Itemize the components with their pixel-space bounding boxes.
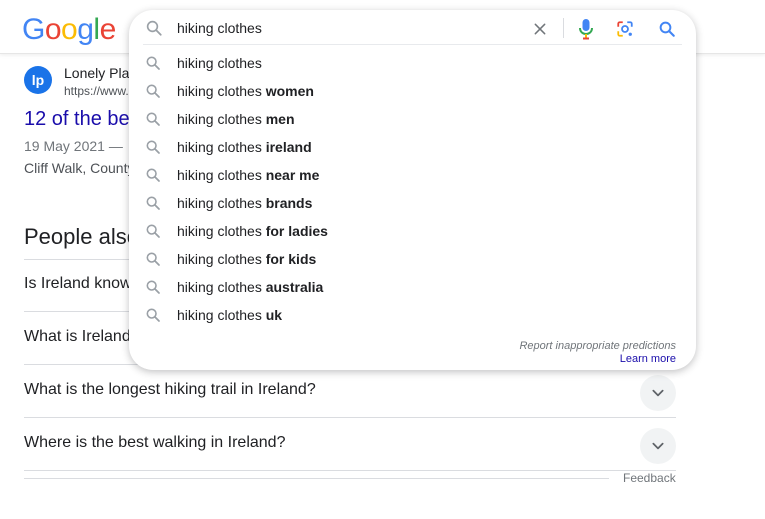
search-icon — [659, 21, 675, 37]
search-icon — [146, 168, 160, 182]
autocomplete-list: hiking clothes hiking clothes women hiking… — [129, 49, 696, 329]
suggestion-item[interactable]: hiking clothes australia — [129, 273, 696, 301]
suggestion-text: hiking clothes women — [177, 83, 314, 99]
google-logo[interactable]: Google — [22, 13, 116, 47]
result-title-link[interactable]: 12 of the be — [24, 108, 130, 131]
chevron-down-icon — [652, 442, 664, 450]
search-icon — [146, 196, 160, 210]
paa-question-text: Where is the best walking in Ireland? — [24, 434, 286, 451]
search-icon — [146, 280, 160, 294]
suggestion-prefix: hiking clothes — [177, 139, 266, 155]
suggestion-item[interactable]: hiking clothes uk — [129, 301, 696, 329]
suggestion-completion: uk — [265, 307, 283, 323]
expand-button[interactable] — [640, 428, 676, 464]
voice-search-button[interactable] — [575, 17, 597, 41]
search-icon — [146, 140, 160, 154]
suggestion-item[interactable]: hiking clothes for kids — [129, 245, 696, 273]
search-icon — [146, 252, 160, 266]
report-predictions-link[interactable]: Report inappropriate predictions — [519, 340, 676, 352]
result-snippet: Cliff Walk, County — [24, 160, 135, 176]
close-icon — [534, 23, 546, 35]
search-icon — [146, 56, 160, 70]
suggestion-item[interactable]: hiking clothes near me — [129, 161, 696, 189]
suggestion-completion: women — [265, 83, 314, 99]
suggestion-text: hiking clothes — [177, 55, 262, 71]
suggestion-item[interactable]: hiking clothes — [129, 49, 696, 77]
search-icon — [146, 224, 160, 238]
suggestion-item[interactable]: hiking clothes ireland — [129, 133, 696, 161]
suggestion-item[interactable]: hiking clothes brands — [129, 189, 696, 217]
suggestion-text: hiking clothes australia — [177, 279, 323, 295]
search-input[interactable] — [177, 18, 527, 38]
suggestion-text: hiking clothes for ladies — [177, 223, 328, 239]
suggestion-prefix: hiking clothes — [177, 55, 262, 71]
result-url[interactable]: https://www. — [64, 84, 129, 98]
suggestion-item[interactable]: hiking clothes men — [129, 105, 696, 133]
suggestion-prefix: hiking clothes — [177, 223, 266, 239]
clear-search-button[interactable] — [530, 19, 550, 39]
paa-question-text: Is Ireland know — [24, 275, 132, 292]
learn-more-link[interactable]: Learn more — [620, 353, 676, 365]
paa-question[interactable]: Where is the best walking in Ireland? — [24, 419, 676, 471]
search-box: hiking clotheshiking clothes womenhiking… — [129, 10, 696, 370]
microphone-icon — [579, 19, 593, 40]
suggestion-text: hiking clothes near me — [177, 167, 319, 183]
search-icon — [146, 112, 160, 126]
divider — [143, 44, 682, 45]
suggestion-prefix: hiking clothes — [177, 307, 266, 323]
suggestion-completion: brands — [265, 195, 313, 211]
expand-button[interactable] — [640, 375, 676, 411]
logo-letter: o — [44, 13, 62, 46]
search-row — [129, 10, 696, 46]
search-icon — [146, 84, 160, 98]
suggestion-completion: for ladies — [265, 223, 328, 239]
logo-letter: e — [99, 13, 117, 46]
paa-question-text: What is the longest hiking trail in Irel… — [24, 381, 316, 398]
suggestion-completion: australia — [265, 279, 324, 295]
suggestion-text: hiking clothes uk — [177, 307, 282, 323]
suggestion-prefix: hiking clothes — [177, 195, 266, 211]
result-date: 19 May 2021 — — [24, 138, 123, 154]
suggestion-text: hiking clothes men — [177, 111, 295, 127]
logo-letter: g — [77, 13, 94, 46]
suggestion-prefix: hiking clothes — [177, 111, 266, 127]
image-search-button[interactable] — [614, 18, 636, 40]
suggestion-completion: for kids — [265, 251, 317, 267]
people-also-ask-heading: People also — [24, 224, 139, 249]
suggestion-prefix: hiking clothes — [177, 251, 266, 267]
suggestion-prefix: hiking clothes — [177, 83, 266, 99]
lens-icon — [617, 21, 633, 37]
suggestion-item[interactable]: hiking clothes women — [129, 77, 696, 105]
suggestion-completion: men — [265, 111, 295, 127]
suggestion-completion: near me — [265, 167, 320, 183]
suggestion-prefix: hiking clothes — [177, 167, 266, 183]
suggestion-prefix: hiking clothes — [177, 279, 266, 295]
suggestion-text: hiking clothes ireland — [177, 139, 312, 155]
logo-letter: o — [61, 13, 78, 46]
result-site-name[interactable]: Lonely Pla — [64, 65, 129, 81]
suggestion-text: hiking clothes for kids — [177, 251, 316, 267]
search-icon — [146, 20, 162, 36]
suggestion-completion: ireland — [265, 139, 312, 155]
site-favicon: lp — [24, 66, 52, 94]
search-icon — [146, 308, 160, 322]
paa-question[interactable]: What is the longest hiking trail in Irel… — [24, 366, 676, 418]
search-submit-button[interactable] — [656, 18, 678, 40]
suggestion-text: hiking clothes brands — [177, 195, 312, 211]
chevron-down-icon — [652, 389, 664, 397]
feedback-link[interactable]: Feedback — [623, 471, 676, 485]
paa-question-text: What is Ireland — [24, 328, 131, 345]
suggestion-item[interactable]: hiking clothes for ladies — [129, 217, 696, 245]
divider — [24, 478, 609, 479]
logo-letter: G — [22, 13, 45, 46]
divider — [563, 18, 564, 38]
